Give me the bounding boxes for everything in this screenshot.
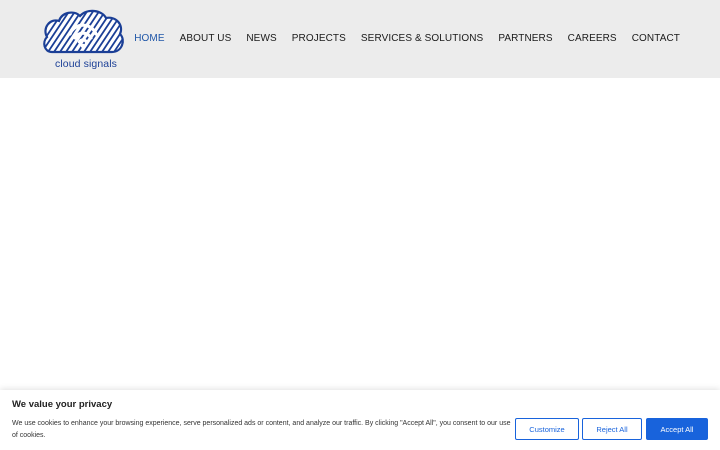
nav-item-projects[interactable]: PROJECTS xyxy=(292,33,346,44)
site-header: cloud signals HOME ABOUT US NEWS PROJECT… xyxy=(0,0,720,78)
nav-item-about-us[interactable]: ABOUT US xyxy=(180,33,232,44)
cloud-signals-logo[interactable]: cloud signals xyxy=(42,8,126,72)
logo-wordmark: cloud signals xyxy=(54,58,117,70)
nav-item-contact[interactable]: CONTACT xyxy=(632,33,680,44)
main-nav: HOME ABOUT US NEWS PROJECTS SERVICES & S… xyxy=(134,33,680,44)
nav-item-home[interactable]: HOME xyxy=(134,33,164,44)
nav-item-news[interactable]: NEWS xyxy=(246,33,276,44)
reject-all-button[interactable]: Reject All xyxy=(582,418,642,440)
nav-item-services-solutions[interactable]: SERVICES & SOLUTIONS xyxy=(361,33,483,44)
nav-item-partners[interactable]: PARTNERS xyxy=(498,33,552,44)
nav-item-careers[interactable]: CAREERS xyxy=(568,33,617,44)
cookie-consent-banner: We value your privacy We use cookies to … xyxy=(0,390,720,450)
accept-all-button[interactable]: Accept All xyxy=(646,418,708,440)
cookie-banner-text: We use cookies to enhance your browsing … xyxy=(12,420,511,439)
customize-button[interactable]: Customize xyxy=(515,418,579,440)
cloud-logo-icon xyxy=(43,9,124,54)
cookie-banner-title: We value your privacy xyxy=(12,399,113,410)
